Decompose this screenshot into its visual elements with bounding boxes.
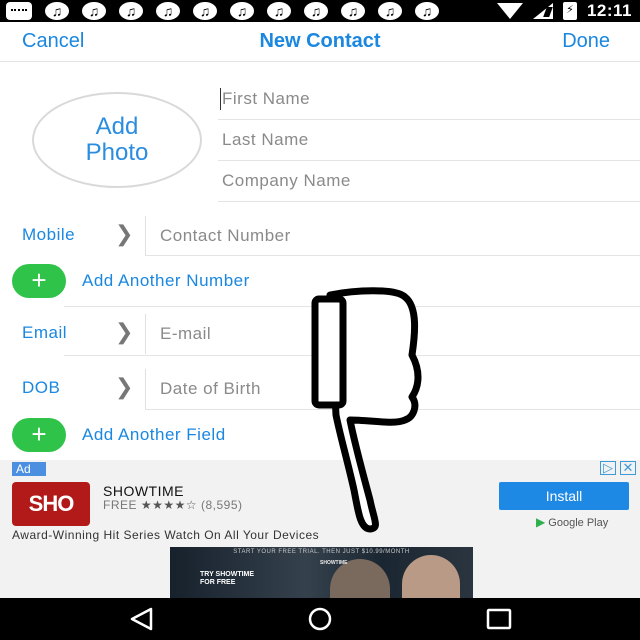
chevron-right-icon[interactable]: ❯	[115, 222, 133, 247]
battery-charging-icon	[562, 2, 577, 20]
music-note-icon	[267, 2, 291, 20]
add-photo-button[interactable]: Add Photo	[32, 92, 202, 188]
ad-image[interactable]: START YOUR FREE TRIAL. THEN JUST $10.99/…	[170, 547, 473, 598]
home-icon[interactable]	[305, 606, 335, 632]
add-another-number-label[interactable]: Add Another Number	[82, 271, 250, 291]
google-play-label: Google Play	[548, 517, 609, 529]
music-note-icon	[119, 2, 143, 20]
install-button[interactable]: Install	[499, 482, 629, 510]
chevron-right-icon[interactable]: ❯	[115, 375, 133, 400]
rating-stars: ★★★★☆	[140, 498, 198, 512]
plus-icon[interactable]: +	[12, 418, 66, 452]
add-photo-label-line2: Photo	[85, 139, 149, 166]
divider	[145, 255, 640, 256]
header-bar: Cancel New Contact Done	[0, 22, 640, 62]
banner-cta: TRY SHOWTIME FOR FREE	[200, 571, 255, 586]
status-bar: 12:11	[0, 0, 640, 22]
rating-count: (8,595)	[201, 498, 243, 512]
app-name: SHOWTIME	[103, 483, 184, 499]
company-name-field[interactable]	[218, 161, 640, 202]
music-note-icon	[156, 2, 180, 20]
ad-badge: Ad	[12, 462, 46, 476]
last-name-field[interactable]	[218, 120, 640, 161]
close-icon[interactable]: ✕	[620, 461, 636, 475]
banner-photo	[402, 555, 460, 598]
divider	[145, 369, 146, 409]
google-play-badge: ▶ Google Play	[536, 515, 608, 529]
music-note-icon	[341, 2, 365, 20]
app-meta: FREE ★★★★☆ (8,595)	[103, 498, 243, 512]
music-note-icon	[415, 2, 439, 20]
music-note-icon	[304, 2, 328, 20]
divider	[145, 314, 146, 354]
plus-icon[interactable]: +	[12, 264, 66, 298]
add-another-field-label[interactable]: Add Another Field	[82, 425, 226, 445]
contact-number-field[interactable]	[160, 222, 620, 250]
wifi-icon	[496, 3, 523, 19]
notification-icons	[6, 2, 439, 20]
music-note-icon	[45, 2, 69, 20]
ad-tagline: Award-Winning Hit Series Watch On All Yo…	[12, 528, 320, 542]
message-icon	[6, 2, 32, 20]
mobile-row: Mobile ❯	[0, 216, 640, 256]
google-play-icon: ▶	[536, 515, 546, 529]
music-note-icon	[193, 2, 217, 20]
chevron-right-icon[interactable]: ❯	[115, 320, 133, 345]
ad-choices[interactable]: ▷ ✕	[600, 461, 636, 475]
banner-brand: SHOWTIME	[320, 560, 348, 566]
app-logo[interactable]: SHO	[12, 482, 90, 526]
banner-top-text: START YOUR FREE TRIAL. THEN JUST $10.99/…	[233, 549, 410, 555]
mobile-type-selector[interactable]: Mobile	[22, 225, 75, 245]
music-note-icon	[82, 2, 106, 20]
first-name-field[interactable]	[218, 79, 640, 120]
page-title: New Contact	[259, 30, 381, 52]
music-note-icon	[230, 2, 254, 20]
text-cursor	[220, 88, 221, 110]
back-icon[interactable]	[127, 606, 157, 632]
thumb-cuff	[311, 295, 347, 409]
email-type-selector[interactable]: Email	[22, 323, 67, 343]
divider	[145, 216, 146, 256]
recent-apps-icon[interactable]	[484, 606, 514, 632]
add-photo-label-line1: Add	[95, 113, 139, 140]
thumbs-down-drawing	[311, 287, 422, 533]
app-price: FREE	[103, 498, 138, 512]
status-clock: 12:11	[586, 1, 632, 20]
signal-icon	[532, 3, 553, 19]
navigation-bar	[0, 598, 640, 640]
done-button[interactable]: Done	[562, 30, 610, 53]
music-note-icon	[378, 2, 402, 20]
ad-choices-icon[interactable]: ▷	[600, 461, 616, 475]
dob-type-selector[interactable]: DOB	[22, 378, 60, 398]
